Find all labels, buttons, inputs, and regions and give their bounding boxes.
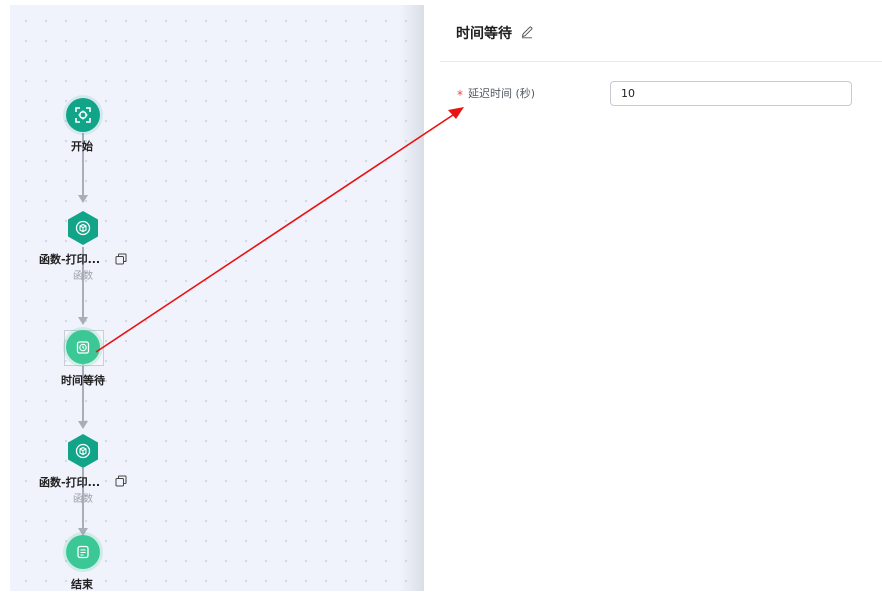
annotation-arrow bbox=[95, 107, 464, 353]
